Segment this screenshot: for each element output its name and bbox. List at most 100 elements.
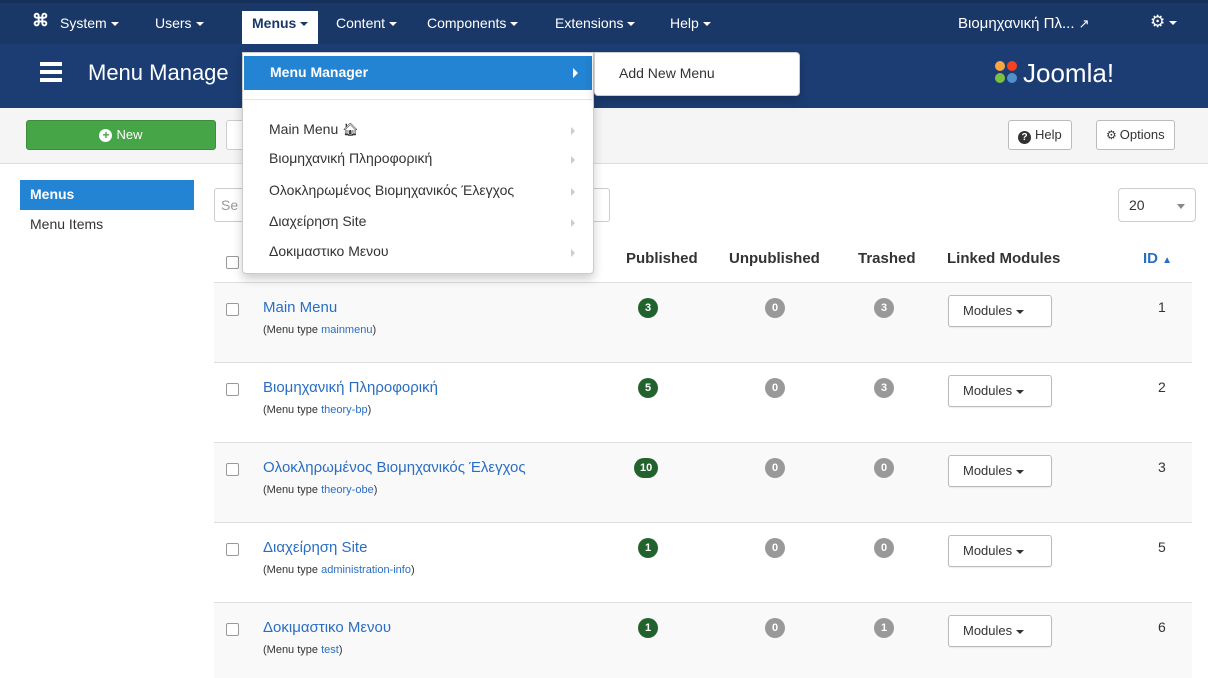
site-link[interactable]: Βιομηχανική Πλ... ↗	[958, 15, 1090, 32]
menu-id: 2	[1158, 379, 1166, 395]
chevron-right-icon	[571, 249, 575, 257]
trashed-count-badge[interactable]: 0	[874, 458, 894, 478]
nav-components-label: Components	[427, 15, 507, 31]
menu-type-suffix: )	[367, 404, 372, 416]
modules-dropdown-button[interactable]: Modules	[948, 375, 1052, 407]
dropdown-item-menu[interactable]: Βιομηχανική Πληροφορική	[269, 150, 432, 166]
nav-help[interactable]: Help	[670, 15, 711, 31]
menu-type-prefix: (Menu type	[263, 564, 322, 576]
nav-users[interactable]: Users	[155, 15, 204, 31]
col-id[interactable]: ID ▲	[1143, 250, 1172, 267]
new-button-label: New	[116, 127, 143, 142]
chevron-right-icon	[571, 219, 575, 227]
row-checkbox[interactable]	[226, 383, 239, 396]
modules-dropdown-button[interactable]: Modules	[948, 455, 1052, 487]
trashed-count-badge[interactable]: 1	[874, 618, 894, 638]
menu-type-suffix: )	[373, 484, 378, 496]
nav-content-label: Content	[336, 15, 386, 31]
unpublished-count-badge[interactable]: 0	[765, 458, 785, 478]
published-count-badge[interactable]: 5	[638, 378, 658, 398]
joomla-admin-icon[interactable]: ⌘	[32, 11, 49, 31]
menu-title-link[interactable]: Main Menu	[263, 299, 337, 316]
dropdown-item-menu[interactable]: Δοκιμαστικο Μενου	[269, 243, 389, 259]
new-button[interactable]: + New	[26, 120, 216, 150]
col-unpublished[interactable]: Unpublished	[729, 250, 820, 267]
menu-manager-item[interactable]: Menu Manager	[244, 56, 592, 90]
select-all-checkbox[interactable]	[226, 256, 239, 269]
joomla-logo-text: Joomla!	[1023, 58, 1115, 88]
plus-circle-icon: +	[99, 129, 113, 142]
nav-content[interactable]: Content	[336, 15, 398, 31]
row-checkbox[interactable]	[226, 543, 239, 556]
dropdown-item-menu[interactable]: Ολοκληρωμένος Βιομηχανικός Έλεγχος	[269, 182, 514, 198]
menu-title-link[interactable]: Δοκιμαστικο Μενου	[263, 619, 391, 636]
col-linked-modules: Linked Modules	[947, 250, 1061, 267]
question-circle-icon: ?	[1018, 131, 1031, 144]
menu-id: 1	[1158, 299, 1166, 315]
nav-components[interactable]: Components	[427, 15, 519, 31]
row-checkbox[interactable]	[226, 303, 239, 316]
table-row: Διαχείρηση Site (Menu type administratio…	[214, 523, 1192, 603]
modules-dropdown-button[interactable]: Modules	[948, 535, 1052, 567]
unpublished-count-badge[interactable]: 0	[765, 538, 785, 558]
menu-type-link[interactable]: theory-bp	[321, 404, 367, 416]
search-input[interactable]: Se	[214, 188, 244, 222]
unpublished-count-badge[interactable]: 0	[765, 298, 785, 318]
published-count-badge[interactable]: 1	[638, 618, 658, 638]
nav-system[interactable]: System	[60, 15, 119, 31]
menu-type-suffix: )	[372, 324, 377, 336]
published-count-badge[interactable]: 1	[638, 538, 658, 558]
menu-type: (Menu type mainmenu)	[263, 324, 376, 336]
sidebar-item-menu-items[interactable]: Menu Items	[20, 210, 194, 240]
trashed-count-badge[interactable]: 0	[874, 538, 894, 558]
menu-type-link[interactable]: test	[321, 644, 339, 656]
help-button-label: Help	[1035, 127, 1062, 142]
modules-button-label: Modules	[963, 303, 1013, 318]
menu-title-link[interactable]: Βιομηχανική Πληροφορική	[263, 379, 438, 396]
list-limit-select[interactable]: 20	[1118, 188, 1196, 222]
menu-type-suffix: )	[410, 564, 415, 576]
menu-title-link[interactable]: Διαχείρηση Site	[263, 539, 367, 556]
joomla-logo-icon	[995, 61, 1019, 85]
list-limit-value: 20	[1129, 197, 1145, 213]
user-menu-gear[interactable]: ⚙	[1150, 12, 1178, 32]
chevron-down-icon	[300, 22, 309, 27]
menu-type-prefix: (Menu type	[263, 644, 322, 656]
sort-asc-icon: ▲	[1162, 255, 1173, 266]
add-new-menu-item[interactable]: Add New Menu	[619, 65, 715, 81]
row-checkbox[interactable]	[226, 463, 239, 476]
search-input-end[interactable]	[592, 188, 610, 222]
menu-type-suffix: )	[338, 644, 343, 656]
options-button[interactable]: ⚙ Options	[1096, 120, 1175, 150]
page-title: Menu Manage	[88, 60, 229, 85]
modules-dropdown-button[interactable]: Modules	[948, 615, 1052, 647]
trashed-count-badge[interactable]: 3	[874, 378, 894, 398]
menu-type: (Menu type administration-info)	[263, 564, 415, 576]
menu-type-link[interactable]: mainmenu	[321, 324, 372, 336]
trashed-count-badge[interactable]: 3	[874, 298, 894, 318]
menu-type-link[interactable]: administration-info	[321, 564, 411, 576]
modules-dropdown-button[interactable]: Modules	[948, 295, 1052, 327]
help-button[interactable]: ? Help	[1008, 120, 1072, 150]
menu-title-link[interactable]: Ολοκληρωμένος Βιομηχανικός Έλεγχος	[263, 459, 526, 476]
chevron-down-icon	[195, 22, 204, 27]
row-checkbox[interactable]	[226, 623, 239, 636]
chevron-down-icon	[1016, 629, 1025, 634]
col-published[interactable]: Published	[626, 250, 698, 267]
nav-system-label: System	[60, 15, 107, 31]
menu-type-link[interactable]: theory-obe	[321, 484, 374, 496]
nav-extensions[interactable]: Extensions	[555, 15, 636, 31]
nav-menus[interactable]: Menus	[242, 11, 319, 47]
published-count-badge[interactable]: 10	[634, 458, 659, 478]
nav-users-label: Users	[155, 15, 192, 31]
chevron-right-icon	[573, 68, 578, 78]
dropdown-item-menu[interactable]: Διαχείρηση Site	[269, 213, 366, 229]
published-count-badge[interactable]: 3	[638, 298, 658, 318]
unpublished-count-badge[interactable]: 0	[765, 618, 785, 638]
col-trashed[interactable]: Trashed	[858, 250, 916, 267]
dropdown-item-main-menu[interactable]: Main Menu 🏠︎	[269, 121, 359, 138]
unpublished-count-badge[interactable]: 0	[765, 378, 785, 398]
sidebar-item-menus[interactable]: Menus	[20, 180, 194, 210]
modules-button-label: Modules	[963, 543, 1013, 558]
menu-type-prefix: (Menu type	[263, 404, 322, 416]
